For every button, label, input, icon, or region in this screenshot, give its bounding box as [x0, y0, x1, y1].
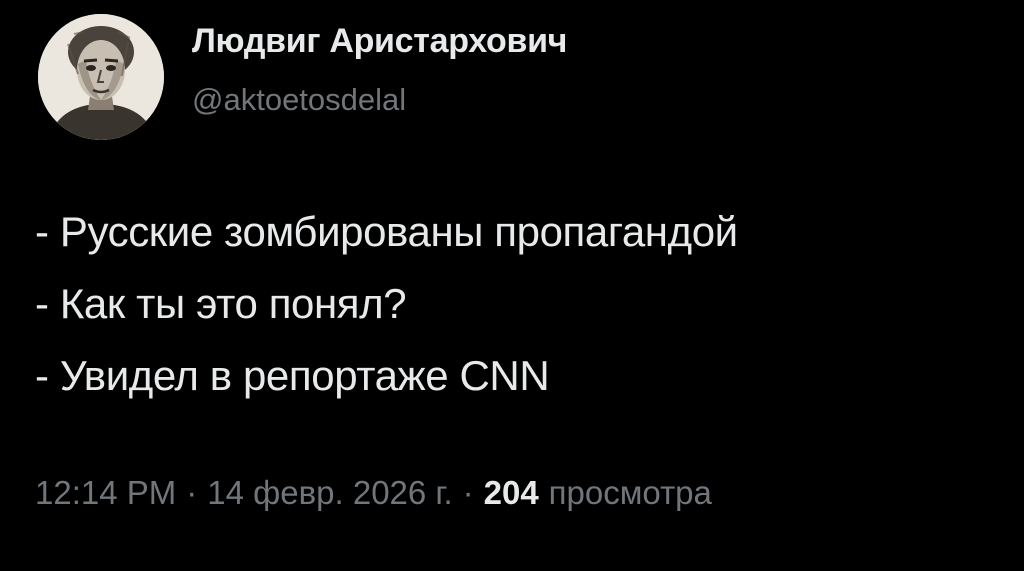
tweet-line: - Русские зомбированы пропагандой [35, 208, 738, 255]
tweet-body: - Русские зомбированы пропагандой - Как … [35, 196, 738, 412]
tweet: Людвиг Аристархович @aktoetosdelal - Рус… [0, 0, 1024, 571]
author-handle[interactable]: @aktoetosdelal [192, 82, 406, 118]
sketch-portrait-avatar-icon [38, 14, 164, 140]
tweet-line: - Увидел в репортаже CNN [35, 352, 550, 399]
author-display-name[interactable]: Людвиг Аристархович [192, 22, 567, 61]
tweet-time[interactable]: 12:14 PM [35, 474, 176, 512]
views-count[interactable]: 204 [484, 474, 539, 512]
views-label: просмотра [548, 474, 712, 511]
tweet-date[interactable]: 14 февр. 2026 г. [207, 474, 452, 512]
avatar[interactable] [38, 14, 164, 140]
tweet-meta: 12:14 PM · 14 февр. 2026 г. · 204 просмо… [35, 474, 712, 512]
meta-separator: · [462, 474, 474, 511]
tweet-line: - Как ты это понял? [35, 280, 407, 327]
meta-separator: · [186, 474, 198, 511]
